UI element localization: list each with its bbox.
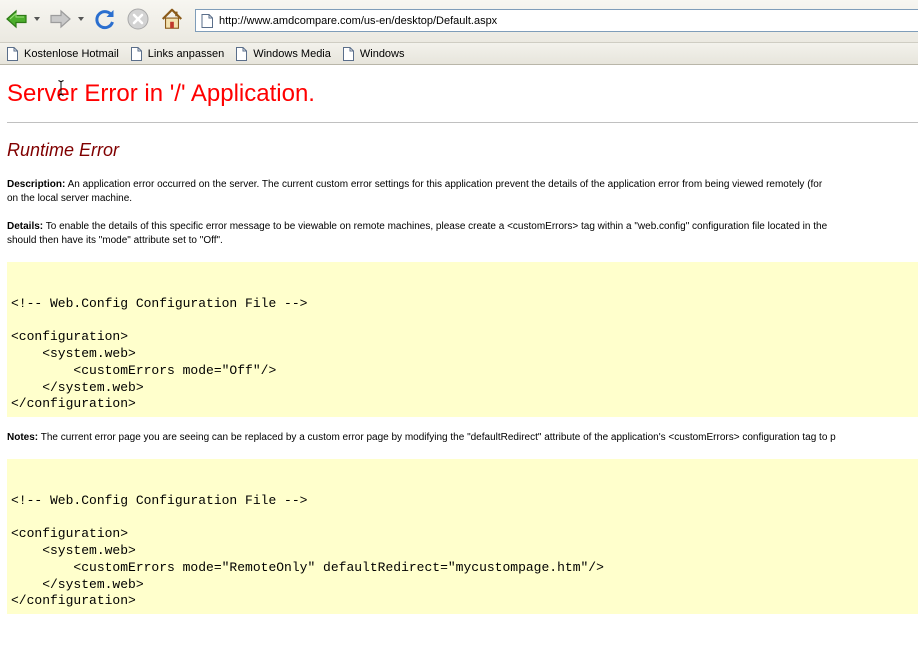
refresh-button[interactable] — [93, 7, 117, 31]
bookmark-label: Kostenlose Hotmail — [24, 47, 119, 60]
home-button[interactable] — [160, 7, 184, 31]
config-code-block-off: <!-- Web.Config Configuration File --> <… — [7, 262, 918, 417]
address-input[interactable] — [219, 14, 899, 27]
bookmark-label: Windows — [359, 47, 405, 60]
details-paragraph: Details: To enable the details of this s… — [7, 220, 918, 248]
bookmark-page-icon — [7, 46, 18, 61]
page-title: Server Error in '/' Application. — [7, 80, 315, 107]
stop-icon — [127, 8, 149, 30]
bookmark-label: Links anpassen — [147, 47, 225, 60]
bookmarks-bar: Kostenlose Hotmail Links anpassen Window… — [0, 43, 918, 65]
config-code-off: <!-- Web.Config Configuration File --> <… — [11, 295, 308, 412]
forward-history-dropdown[interactable] — [78, 17, 84, 21]
forward-button[interactable] — [48, 7, 72, 31]
notes-label: Notes: — [7, 432, 39, 443]
bookmark-page-icon — [130, 46, 142, 61]
config-code-remoteonly: <!-- Web.Config Configuration File --> <… — [11, 492, 604, 609]
page-icon — [201, 13, 213, 28]
bookmark-windows[interactable]: Windows — [342, 46, 405, 61]
notes-paragraph: Notes: The current error page you are se… — [7, 431, 918, 445]
back-arrow-icon — [6, 9, 27, 29]
home-icon — [161, 8, 183, 29]
error-subtitle: Runtime Error — [7, 140, 120, 160]
description-text-continued: on the local server machine. — [7, 193, 133, 204]
description-label: Description: — [7, 179, 66, 190]
config-code-block-remoteonly: <!-- Web.Config Configuration File --> <… — [7, 459, 918, 614]
address-bar[interactable] — [195, 9, 918, 32]
bookmark-kostenlose-hotmail[interactable]: Kostenlose Hotmail — [7, 46, 119, 61]
description-paragraph: Description: An application error occurr… — [7, 178, 918, 206]
bookmark-links-anpassen[interactable]: Links anpassen — [130, 46, 225, 61]
notes-text: The current error page you are seeing ca… — [38, 432, 836, 443]
stop-button[interactable] — [126, 7, 150, 31]
bookmark-windows-media[interactable]: Windows Media — [236, 46, 331, 61]
refresh-icon — [95, 10, 114, 30]
details-label: Details: — [7, 221, 44, 232]
bookmark-label: Windows Media — [253, 47, 331, 60]
horizontal-rule — [7, 122, 918, 123]
forward-arrow-icon — [50, 9, 71, 29]
details-text-continued: should then have its "mode" attribute se… — [7, 235, 223, 246]
description-text: An application error occurred on the ser… — [65, 179, 823, 190]
bookmark-page-icon — [236, 46, 248, 61]
text-cursor-icon — [58, 80, 64, 96]
browser-toolbar — [0, 0, 918, 43]
details-text: To enable the details of this specific e… — [43, 221, 828, 232]
back-button[interactable] — [5, 7, 29, 31]
bookmark-page-icon — [342, 46, 354, 61]
back-history-dropdown[interactable] — [34, 17, 40, 21]
page-content: Server Error in '/' Application. Runtime… — [0, 66, 918, 663]
